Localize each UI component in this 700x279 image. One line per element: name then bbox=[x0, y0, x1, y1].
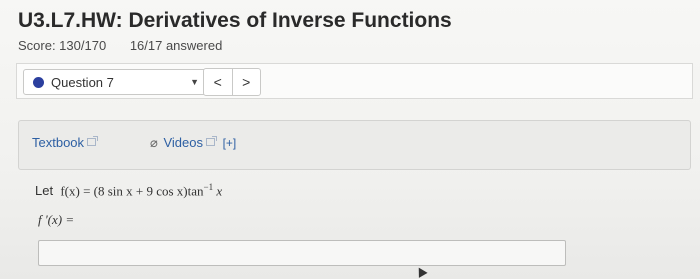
mouse-pointer-icon bbox=[414, 265, 428, 278]
next-question-button[interactable]: > bbox=[233, 69, 261, 95]
previous-question-button[interactable]: < bbox=[204, 69, 233, 95]
derivative-label: f '(x) = bbox=[38, 212, 75, 227]
answer-input[interactable] bbox=[38, 240, 566, 266]
question-pager: < > bbox=[203, 68, 261, 96]
external-link-icon bbox=[87, 136, 99, 146]
page-title: U3.L7.HW: Derivatives of Inverse Functio… bbox=[18, 9, 452, 32]
question-status-dot-icon bbox=[33, 77, 44, 88]
score-text: Score: 130/170 bbox=[18, 38, 107, 53]
chevron-down-icon: ▼ bbox=[190, 77, 199, 87]
videos-expand-toggle[interactable]: [+] bbox=[223, 136, 237, 150]
question-select-label: Question 7 bbox=[51, 75, 114, 90]
problem-lead: Let bbox=[35, 183, 54, 199]
help-resources-panel: Textbook ⌀ Videos [+] bbox=[18, 120, 691, 170]
external-link-icon bbox=[205, 136, 217, 146]
textbook-link-label: Textbook bbox=[32, 135, 85, 150]
videos-group: ⌀ Videos [+] bbox=[150, 135, 236, 151]
paperclip-icon: ⌀ bbox=[150, 135, 158, 150]
problem-statement: Let f(x) = (8 sin x + 9 cos x)tan−1 x bbox=[35, 182, 222, 199]
problem-exponent: −1 bbox=[203, 182, 214, 192]
score-line: Score: 130/170 16/17 answered bbox=[18, 38, 222, 53]
problem-variable: x bbox=[216, 183, 223, 199]
textbook-link[interactable]: Textbook bbox=[32, 135, 99, 150]
question-navigation-bar: Question 7 ▼ < > bbox=[16, 63, 693, 99]
answered-count: 16/17 answered bbox=[129, 38, 223, 53]
question-select[interactable]: Question 7 ▼ bbox=[23, 69, 208, 95]
problem-expression: f(x) = (8 sin x + 9 cos x)tan bbox=[60, 183, 204, 199]
videos-link[interactable]: Videos bbox=[163, 135, 218, 150]
videos-link-label: Videos bbox=[163, 135, 203, 150]
